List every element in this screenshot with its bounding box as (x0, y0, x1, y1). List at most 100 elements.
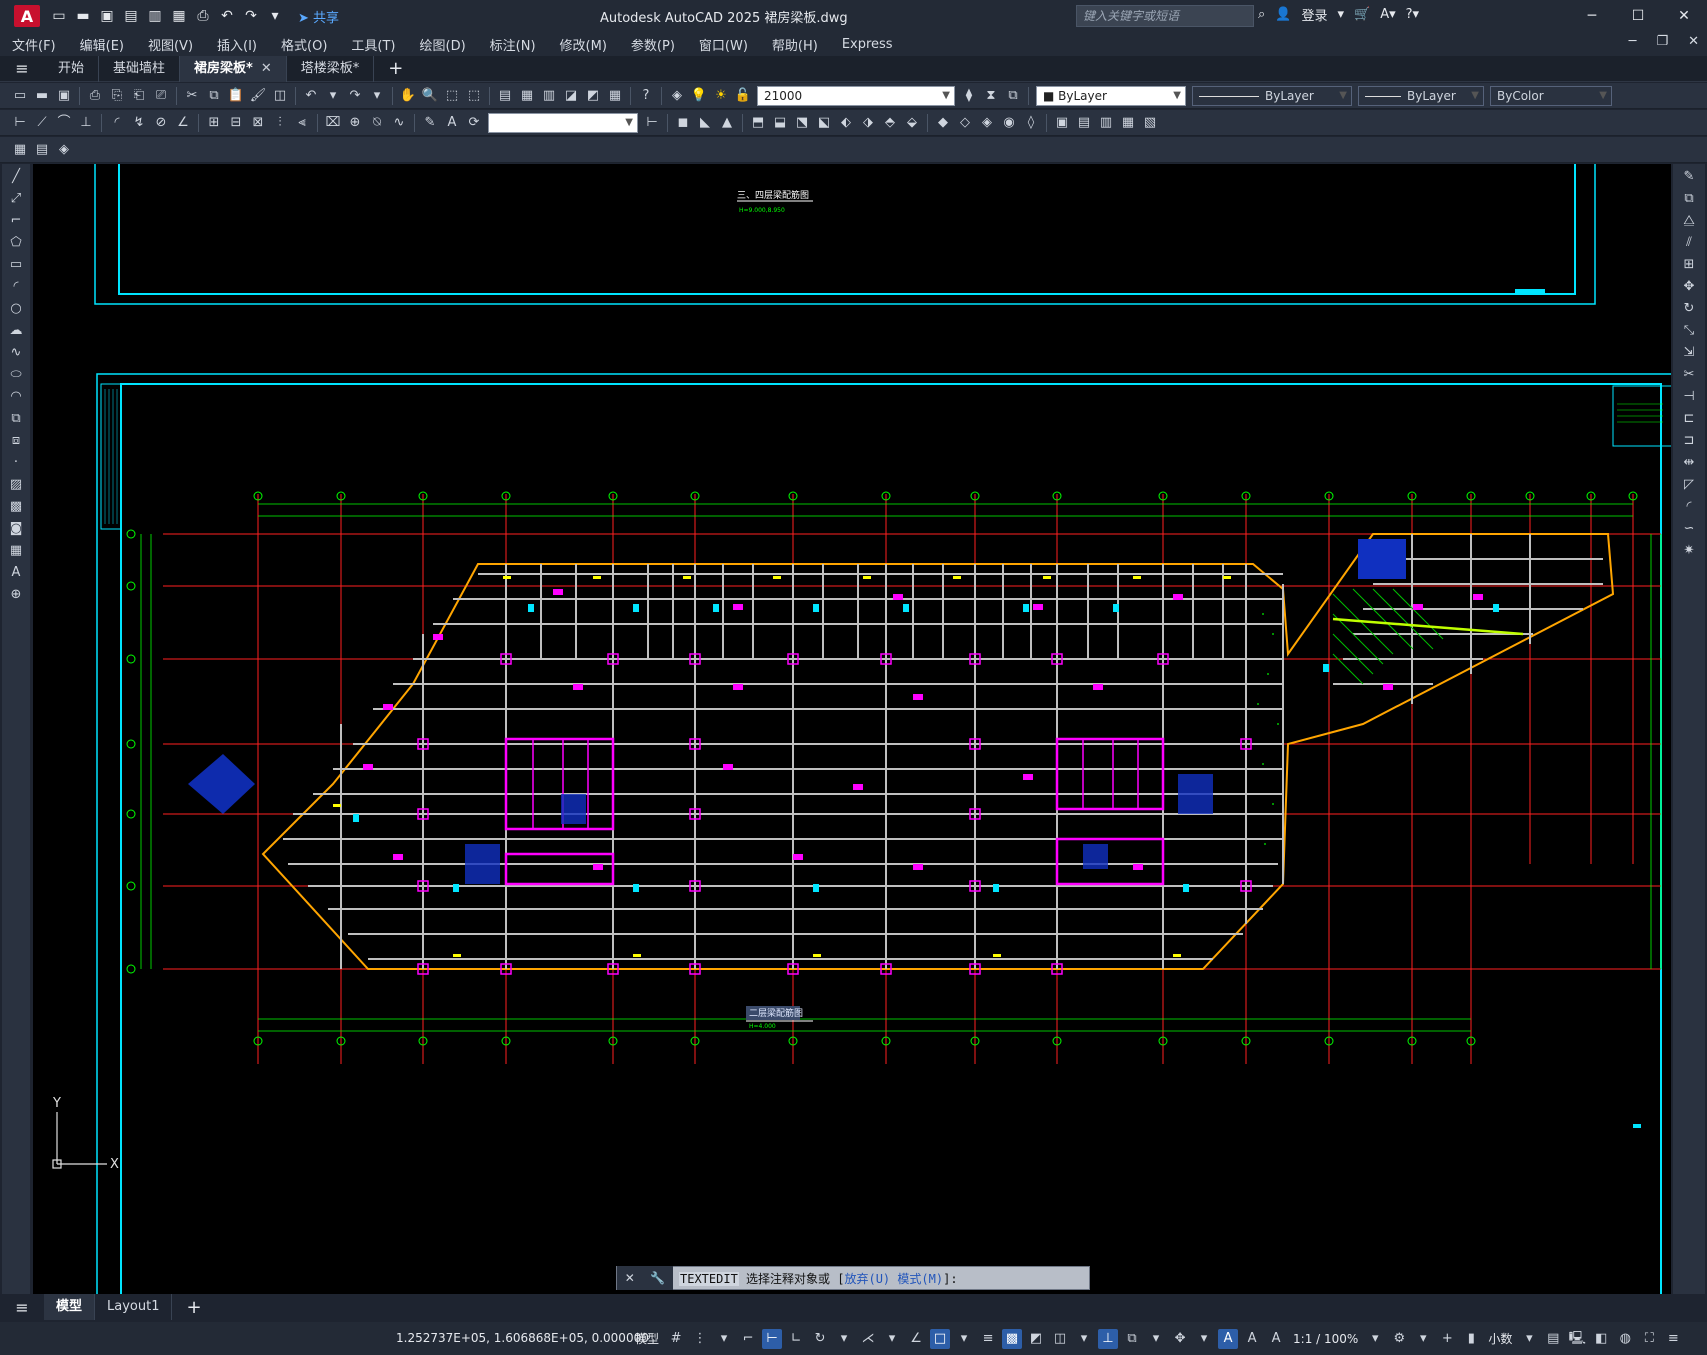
clean-icon[interactable]: ▧ (1140, 114, 1160, 132)
match-properties-icon[interactable]: 🖌 (248, 87, 268, 105)
mtext-icon[interactable]: A (6, 564, 26, 582)
construction-line-icon[interactable]: ⤢ (6, 190, 26, 208)
publish-icon[interactable]: ⎗ (129, 87, 149, 105)
menu-parametric[interactable]: 参数(P) (619, 35, 687, 54)
drawing-svg[interactable]: 三、四层梁配筋图 H=9.000,8.950 二层梁配筋图 H=4.000 Y … (33, 164, 1671, 1294)
copy-object-icon[interactable]: ⧉ (1679, 190, 1699, 208)
user-icon[interactable]: 👤 (1275, 7, 1291, 22)
layer-state-icon[interactable]: ⧉ (1003, 87, 1023, 105)
clean-screen-icon[interactable]: ⛶ (1639, 1329, 1659, 1349)
autodesk-account-icon[interactable]: A▾ (1380, 7, 1395, 22)
field-icon[interactable]: ▤ (32, 141, 52, 159)
insert-block-icon[interactable]: ⧉ (6, 410, 26, 428)
dim-ordinate-icon[interactable]: ⊥ (76, 114, 96, 132)
doc-close-button[interactable]: ✕ (1688, 34, 1699, 49)
chamfer-icon[interactable]: ◸ (1679, 476, 1699, 494)
redo-icon[interactable]: ↷ (345, 87, 365, 105)
circle-icon[interactable]: ○ (6, 300, 26, 318)
graphics-performance-icon[interactable]: ◍ (1615, 1329, 1635, 1349)
markup-icon[interactable]: ◩ (583, 87, 603, 105)
share-button[interactable]: ➤ 共享 (298, 7, 339, 26)
selection-filter-icon[interactable]: ⧉ (1122, 1329, 1142, 1349)
units-dropdown-icon[interactable]: ▾ (1519, 1329, 1539, 1349)
table-icon[interactable]: ▦ (6, 542, 26, 560)
dim-radius-icon[interactable]: ◜ (107, 114, 127, 132)
login-button[interactable]: 登录 (1301, 5, 1327, 24)
menu-draw[interactable]: 绘图(D) (408, 35, 478, 54)
menu-dimension[interactable]: 标注(N) (478, 35, 548, 54)
doc-minimize-button[interactable]: ─ (1629, 34, 1637, 49)
copy-icon[interactable]: ⧉ (204, 87, 224, 105)
dynamic-input-icon[interactable]: ⊢ (762, 1328, 783, 1349)
annotation-scale-icon[interactable]: A (1266, 1329, 1286, 1349)
check-icon[interactable]: ▦ (1118, 114, 1138, 132)
zoom-previous-icon[interactable]: ⬚ (464, 87, 484, 105)
menu-hamburger-icon[interactable]: ≡ (0, 59, 44, 78)
fillet-icon[interactable]: ◜ (1679, 498, 1699, 516)
interfere-icon[interactable]: ◉ (999, 114, 1019, 132)
dim-baseline-icon[interactable]: ⊟ (226, 114, 246, 132)
move-icon[interactable]: ✥ (1679, 278, 1699, 296)
object-snap-tracking-icon[interactable]: ∠ (906, 1329, 926, 1349)
dim-text-edit-icon[interactable]: A (442, 114, 462, 132)
doc-restore-button[interactable]: ❐ (1656, 34, 1668, 49)
object-snap-icon[interactable]: □ (930, 1328, 951, 1349)
block-editor-icon[interactable]: ◫ (270, 87, 290, 105)
sweep-icon[interactable]: ⬔ (792, 114, 812, 132)
cone-icon[interactable]: ▲ (717, 114, 737, 132)
menu-modify[interactable]: 修改(M) (548, 35, 619, 54)
snap-icon[interactable]: ⋮ (690, 1329, 710, 1349)
workspace-dropdown-icon[interactable]: ▾ (1413, 1329, 1433, 1349)
wrench-icon[interactable]: 🔧 (650, 1271, 665, 1285)
menu-help[interactable]: 帮助(H) (760, 35, 830, 54)
minimize-button[interactable]: ─ (1569, 0, 1615, 32)
revcloud-icon[interactable]: ☁ (6, 322, 26, 340)
wedge-icon[interactable]: ◣ (695, 114, 715, 132)
rectangle-icon[interactable]: ▭ (6, 256, 26, 274)
new-icon[interactable]: ▭ (10, 87, 30, 105)
undo-icon[interactable]: ↶ (301, 87, 321, 105)
tab-layout1[interactable]: Layout1 (95, 1294, 173, 1320)
quick-dim-icon[interactable]: ⊞ (204, 114, 224, 132)
menu-format[interactable]: 格式(O) (269, 35, 339, 54)
dim-continue-icon[interactable]: ⊠ (248, 114, 268, 132)
make-block-icon[interactable]: ⧈ (6, 432, 26, 450)
drawing-canvas[interactable]: 三、四层梁配筋图 H=9.000,8.950 二层梁配筋图 H=4.000 Y … (33, 164, 1671, 1294)
infer-constraints-icon[interactable]: ⌐ (738, 1329, 758, 1349)
separate-icon[interactable]: ▥ (1096, 114, 1116, 132)
loft-icon[interactable]: ⬖ (836, 114, 856, 132)
polar-tracking-icon[interactable]: ↻ (810, 1329, 830, 1349)
mirror-icon[interactable]: ⧋ (1679, 212, 1699, 230)
cut-icon[interactable]: ✂ (182, 87, 202, 105)
region-icon[interactable]: ◙ (6, 520, 26, 538)
3d-osnap-dropdown-icon[interactable]: ▾ (1074, 1329, 1094, 1349)
dim-break-icon[interactable]: ⫷ (292, 114, 312, 132)
undo-icon[interactable]: ↶ (218, 8, 236, 24)
isolate-objects-icon[interactable]: ◧ (1591, 1329, 1611, 1349)
redo-dropdown-icon[interactable]: ▾ (367, 87, 387, 105)
make-current-layer-icon[interactable]: ⧫ (959, 87, 979, 105)
lineweight-icon[interactable]: ≡ (978, 1329, 998, 1349)
layer-walk-icon[interactable]: ◈ (54, 141, 74, 159)
model-space-button[interactable]: 模型 (632, 1330, 662, 1347)
paste-icon[interactable]: 📋 (226, 87, 246, 105)
quickcalc-icon[interactable]: ▦ (605, 87, 625, 105)
isodraft-icon[interactable]: ⋌ (858, 1329, 878, 1349)
snap-dropdown-icon[interactable]: ▾ (714, 1329, 734, 1349)
dim-aligned-icon[interactable]: ⟋ (32, 114, 52, 132)
save-web-icon[interactable]: ▦ (170, 8, 188, 24)
search-icon[interactable]: ⌕ (1258, 7, 1265, 22)
dim-space-icon[interactable]: ⫶ (270, 114, 290, 132)
tab-foundation[interactable]: 基础墙柱 (99, 55, 181, 82)
zoom-realtime-icon[interactable]: 🔍 (420, 87, 440, 105)
polyline-icon[interactable]: ⌐ (6, 212, 26, 230)
thicken-icon[interactable]: ◈ (977, 114, 997, 132)
imprint-icon[interactable]: ◊ (1021, 114, 1041, 132)
customization-icon[interactable]: ≡ (1663, 1329, 1683, 1349)
inspect-icon[interactable]: ⍉ (367, 114, 387, 132)
ellipse-icon[interactable]: ⬭ (6, 366, 26, 384)
login-dropdown-icon[interactable]: ▾ (1337, 7, 1344, 22)
dimstyle-select[interactable]: ▼ (488, 112, 638, 133)
open-icon[interactable]: ▬ (32, 87, 52, 105)
dim-angular-icon[interactable]: ∠ (173, 114, 193, 132)
